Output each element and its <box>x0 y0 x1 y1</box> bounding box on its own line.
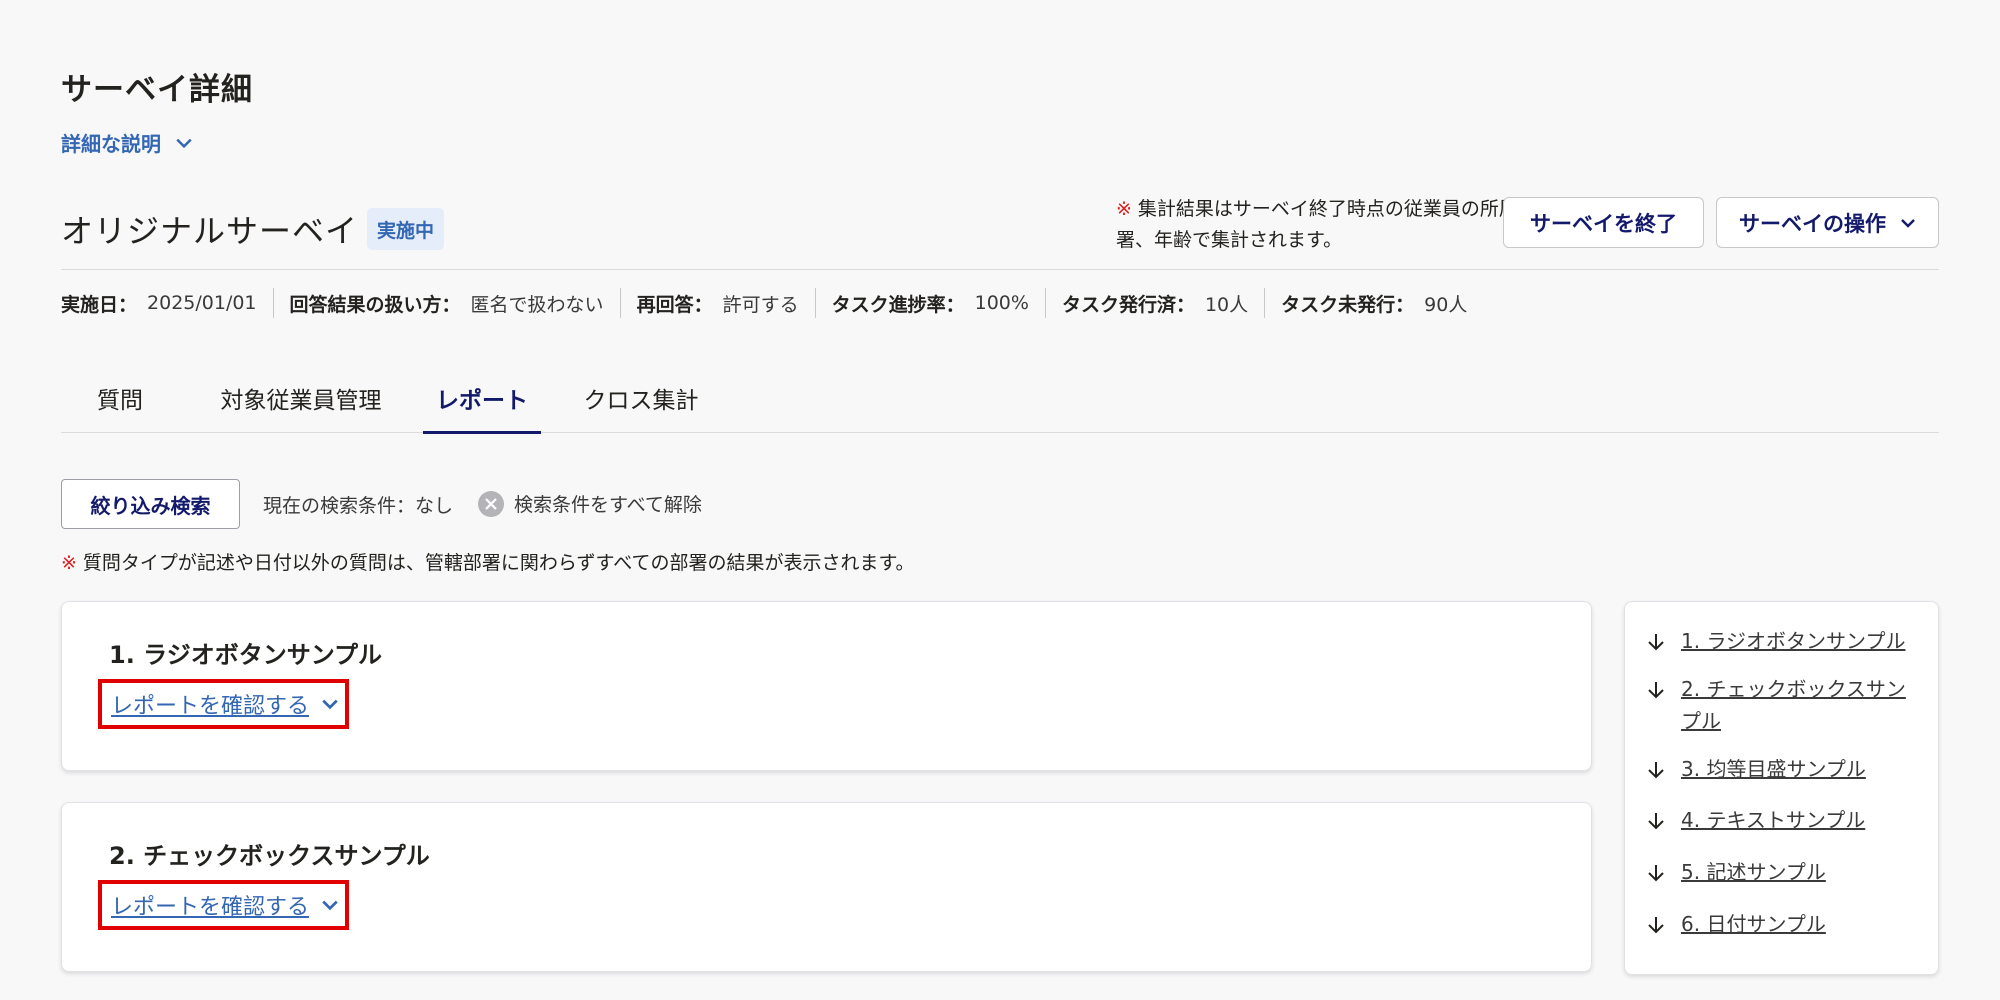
chevron-down-icon <box>322 900 338 911</box>
survey-meta: 実施日： 2025/01/01 回答結果の扱い方： 匿名で扱わない 再回答： 許… <box>61 288 1483 318</box>
clear-all-conditions[interactable]: 検索条件をすべて解除 <box>478 490 702 517</box>
meta-value: 100% <box>974 292 1029 314</box>
toc-item-label: 4. テキストサンプル <box>1681 808 1866 832</box>
arrow-down-icon <box>1648 762 1664 779</box>
clear-all-label: 検索条件をすべて解除 <box>514 494 702 516</box>
meta-value: 許可する <box>722 293 799 316</box>
tab-questions[interactable]: 質問 <box>61 362 179 433</box>
tab-report[interactable]: レポート <box>423 362 541 434</box>
toc-item-label: 2. チェックボックスサンプル <box>1681 677 1906 733</box>
survey-name: オリジナルサーベイ <box>61 212 359 250</box>
question-card: 1. ラジオボタンサンプル レポートを確認する <box>61 601 1592 771</box>
tab-bar: 質問 対象従業員管理 レポート クロス集計 <box>61 362 1939 434</box>
notice-text: 質問タイプが記述や日付以外の質問は、管轄部署に関わらずすべての部署の結果が表示さ… <box>82 552 915 574</box>
arrow-down-icon <box>1648 865 1664 882</box>
meta-value: 10人 <box>1204 293 1249 316</box>
meta-label: 再回答： <box>636 293 713 316</box>
tab-cross-tabulation[interactable]: クロス集計 <box>560 362 722 433</box>
toc-item[interactable]: 2. チェックボックスサンプル <box>1645 673 1925 737</box>
meta-label: タスク未発行： <box>1281 293 1415 316</box>
header-divider <box>61 269 1939 270</box>
clear-circle-icon <box>478 490 504 517</box>
aggregation-note: ※ 集計結果はサーベイ終了時点の従業員の所属部署、年齢で集計されます。 <box>1116 194 1558 256</box>
chevron-down-icon <box>322 699 338 710</box>
end-survey-button[interactable]: サーベイを終了 <box>1503 197 1704 248</box>
toc-item-label: 3. 均等目盛サンプル <box>1681 757 1866 781</box>
toc-item-label: 5. 記述サンプル <box>1681 860 1826 884</box>
toc-item[interactable]: 6. 日付サンプル <box>1645 908 1925 940</box>
aggregation-note-text: 集計結果はサーベイ終了時点の従業員の所属部署、年齢で集計されます。 <box>1116 198 1537 251</box>
view-report-link[interactable]: レポートを確認する <box>98 880 349 930</box>
page-title: サーベイ詳細 <box>61 72 253 108</box>
question-title: 2. チェックボックスサンプル <box>109 842 430 870</box>
question-card: 2. チェックボックスサンプル レポートを確認する <box>61 802 1592 972</box>
filter-search-button[interactable]: 絞り込み検索 <box>61 479 240 529</box>
meta-task-progress: タスク進捗率： 100% <box>814 288 1045 318</box>
notice-mark: ※ <box>61 552 77 574</box>
toc-item[interactable]: 3. 均等目盛サンプル <box>1645 753 1925 785</box>
toc-item[interactable]: 4. テキストサンプル <box>1645 804 1925 836</box>
status-badge: 実施中 <box>367 208 445 250</box>
question-toc: 1. ラジオボタンサンプル 2. チェックボックスサンプル 3. 均等目盛サンプ… <box>1624 601 1939 975</box>
chevron-down-icon <box>1901 218 1915 228</box>
arrow-down-icon <box>1648 813 1664 830</box>
meta-value: 90人 <box>1424 293 1468 316</box>
arrow-down-icon <box>1648 682 1664 699</box>
toc-item[interactable]: 1. ラジオボタンサンプル <box>1645 625 1925 657</box>
toc-item-label: 6. 日付サンプル <box>1681 912 1826 936</box>
question-title: 1. ラジオボタンサンプル <box>109 641 382 669</box>
arrow-down-icon <box>1648 917 1664 934</box>
survey-operations-button[interactable]: サーベイの操作 <box>1716 197 1939 248</box>
tab-target-employees[interactable]: 対象従業員管理 <box>198 362 404 433</box>
survey-detail-page: サーベイ詳細 詳細な説明 オリジナルサーベイ 実施中 ※ 集計結果はサーベイ終了時… <box>61 0 1939 1000</box>
meta-task-unissued: タスク未発行： 90人 <box>1264 288 1483 318</box>
department-notice: ※ 質問タイプが記述や日付以外の質問は、管轄部署に関わらずすべての部署の結果が表示… <box>61 548 915 575</box>
view-report-label: レポートを確認する <box>111 694 310 719</box>
note-mark: ※ <box>1116 198 1132 220</box>
meta-label: タスク進捗率： <box>831 293 965 316</box>
description-toggle[interactable]: 詳細な説明 <box>61 128 193 157</box>
chevron-down-icon <box>176 138 192 148</box>
meta-date: 実施日： 2025/01/01 <box>61 288 273 318</box>
meta-reanswer: 再回答： 許可する <box>619 288 815 318</box>
meta-label: タスク発行済： <box>1061 293 1195 316</box>
description-toggle-label: 詳細な説明 <box>61 132 161 156</box>
arrow-down-icon <box>1648 634 1664 651</box>
meta-value: 匿名で扱わない <box>470 293 604 316</box>
meta-label: 実施日： <box>61 293 138 316</box>
view-report-link[interactable]: レポートを確認する <box>98 679 349 729</box>
toc-item[interactable]: 5. 記述サンプル <box>1645 856 1925 888</box>
meta-answer-handling: 回答結果の扱い方： 匿名で扱わない <box>272 288 620 318</box>
current-condition: 現在の検索条件：なし <box>263 495 454 517</box>
toc-item-label: 1. ラジオボタンサンプル <box>1681 629 1906 653</box>
meta-value: 2025/01/01 <box>147 292 257 314</box>
survey-operations-label: サーベイの操作 <box>1739 212 1886 236</box>
meta-label: 回答結果の扱い方： <box>289 293 461 316</box>
view-report-label: レポートを確認する <box>111 895 310 920</box>
meta-task-issued: タスク発行済： 10人 <box>1044 288 1264 318</box>
